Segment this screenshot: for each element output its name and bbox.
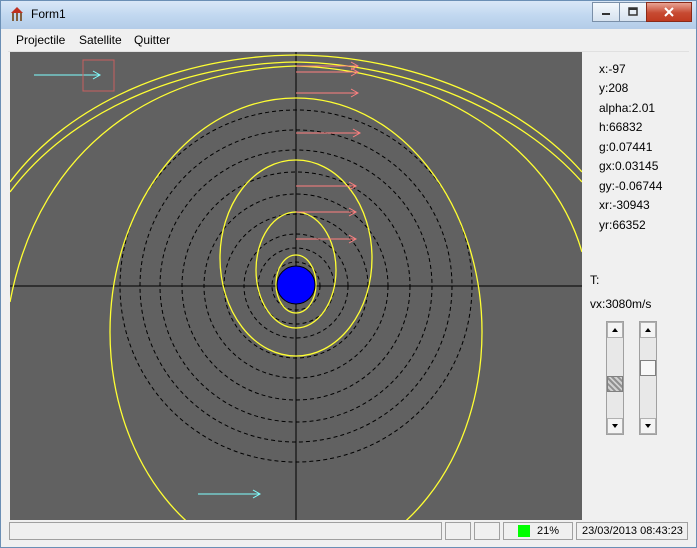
- menu-projectile[interactable]: Projectile: [16, 33, 65, 47]
- readout-alpha: alpha:2.01: [599, 101, 656, 115]
- readout-t: T:: [590, 273, 600, 287]
- menu-quitter[interactable]: Quitter: [134, 33, 170, 47]
- close-icon: [664, 7, 674, 17]
- left-scrollbar[interactable]: [606, 321, 624, 435]
- orbit-drawing: [10, 52, 582, 520]
- scroll-up-button[interactable]: [607, 322, 623, 338]
- readout-g: g:0.07441: [599, 140, 653, 154]
- readout-h: h:66832: [599, 120, 643, 134]
- status-panel: [474, 522, 500, 540]
- maximize-icon: [628, 7, 638, 16]
- velocity-arrow: [296, 234, 358, 244]
- status-bar: 21% 23/03/2013 08:43:23: [8, 521, 689, 543]
- scroll-thumb[interactable]: [640, 360, 656, 376]
- progress-text: 21%: [537, 525, 560, 537]
- arrow-up-icon: [645, 328, 651, 332]
- datetime-panel: 23/03/2013 08:43:23: [576, 522, 688, 540]
- arrow-up-icon: [612, 328, 618, 332]
- planet: [276, 265, 316, 305]
- velocity-arrows: [296, 61, 362, 244]
- window-title: Form1: [31, 7, 66, 21]
- window-controls: [592, 2, 692, 22]
- scroll-down-button[interactable]: [640, 418, 656, 434]
- scroll-up-button[interactable]: [640, 322, 656, 338]
- readout-y: y:208: [599, 81, 629, 95]
- readout-gx: gx:0.03145: [599, 159, 659, 173]
- menu-satellite[interactable]: Satellite: [79, 33, 122, 47]
- probe-arrow: [198, 489, 262, 499]
- scroll-down-button[interactable]: [607, 418, 623, 434]
- main-window: Form1 Projectile Satellite Quitter x:-97…: [0, 0, 697, 548]
- velocity-arrow: [296, 181, 358, 191]
- status-panel: [445, 522, 471, 540]
- menu-bar: Projectile Satellite Quitter: [8, 31, 689, 52]
- status-panel-main: [9, 522, 442, 540]
- readout-x: x:-97: [599, 62, 626, 76]
- probe-arrow: [34, 70, 102, 80]
- arrow-down-icon: [645, 424, 651, 428]
- readout-yr: yr:66352: [599, 218, 646, 232]
- readout-xr: xr:-30943: [599, 198, 650, 212]
- close-button[interactable]: [646, 2, 692, 22]
- velocity-arrow: [296, 88, 360, 98]
- maximize-button[interactable]: [619, 2, 647, 22]
- minimize-button[interactable]: [592, 2, 620, 22]
- arrow-down-icon: [612, 424, 618, 428]
- minimize-icon: [602, 13, 610, 15]
- title-bar[interactable]: Form1: [1, 1, 696, 29]
- datetime-text: 23/03/2013 08:43:23: [582, 525, 683, 537]
- velocity-arrow: [296, 67, 360, 77]
- tower-icon: [11, 7, 23, 21]
- right-scrollbar[interactable]: [639, 321, 657, 435]
- scroll-thumb[interactable]: [607, 376, 623, 392]
- simulation-canvas[interactable]: [10, 52, 582, 520]
- readout-vx: vx:3080m/s: [590, 297, 652, 311]
- progress-panel: 21%: [503, 522, 573, 540]
- readout-panel: x:-97 y:208 alpha:2.01 h:66832 g:0.07441…: [583, 52, 689, 520]
- progress-bar: [518, 525, 530, 537]
- readout-gy: gy:-0.06744: [599, 179, 663, 193]
